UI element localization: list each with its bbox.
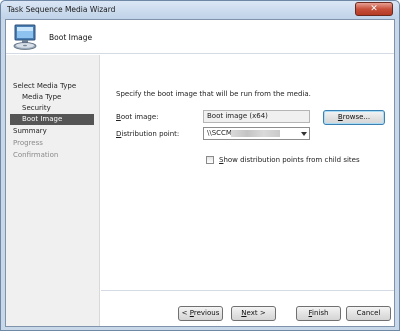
finish-button[interactable]: Finish bbox=[296, 306, 341, 321]
wizard-page: Specify the boot image that will be run … bbox=[101, 55, 393, 295]
show-child-sites-checkbox[interactable] bbox=[206, 156, 214, 164]
previous-button[interactable]: < Previous bbox=[178, 306, 223, 321]
show-child-sites-label[interactable]: Show distribution points from child site… bbox=[219, 156, 360, 164]
nav-item-select-media-type[interactable]: Select Media Type bbox=[6, 81, 100, 92]
wizard-window: Task Sequence Media Wizard ✕ Boot Image … bbox=[0, 0, 400, 331]
distribution-point-select[interactable]: \\SCCM bbox=[203, 127, 310, 140]
close-button[interactable]: ✕ bbox=[355, 2, 393, 16]
boot-image-label: Boot image: bbox=[116, 113, 159, 121]
next-button[interactable]: Next > bbox=[231, 306, 276, 321]
distribution-point-label: Distribution point: bbox=[116, 130, 180, 138]
redacted-text bbox=[231, 130, 280, 137]
browse-button[interactable]: Browse... bbox=[323, 110, 385, 125]
title-bar[interactable]: Task Sequence Media Wizard ✕ bbox=[1, 1, 399, 19]
close-icon: ✕ bbox=[370, 4, 378, 14]
wizard-nav: Select Media Type Media Type Security Bo… bbox=[6, 55, 100, 326]
computer-media-icon bbox=[13, 24, 37, 50]
instruction-text: Specify the boot image that will be run … bbox=[116, 90, 311, 98]
wizard-client-area: Boot Image Select Media Type Media Type … bbox=[5, 19, 395, 327]
chevron-down-icon bbox=[301, 132, 307, 136]
footer-divider bbox=[101, 290, 394, 291]
distribution-point-value: \\SCCM bbox=[207, 129, 232, 137]
page-title: Boot Image bbox=[49, 33, 93, 42]
nav-item-boot-image[interactable]: Boot Image bbox=[10, 114, 94, 125]
cancel-button[interactable]: Cancel bbox=[346, 306, 391, 321]
nav-item-summary[interactable]: Summary bbox=[6, 126, 100, 137]
nav-item-security[interactable]: Security bbox=[6, 103, 100, 114]
nav-item-confirmation: Confirmation bbox=[13, 151, 59, 159]
nav-item-progress: Progress bbox=[13, 139, 43, 147]
window-title: Task Sequence Media Wizard bbox=[7, 5, 116, 14]
boot-image-field[interactable]: Boot image (x64) bbox=[203, 110, 310, 123]
nav-item-media-type[interactable]: Media Type bbox=[6, 92, 100, 103]
wizard-header: Boot Image bbox=[6, 20, 394, 54]
